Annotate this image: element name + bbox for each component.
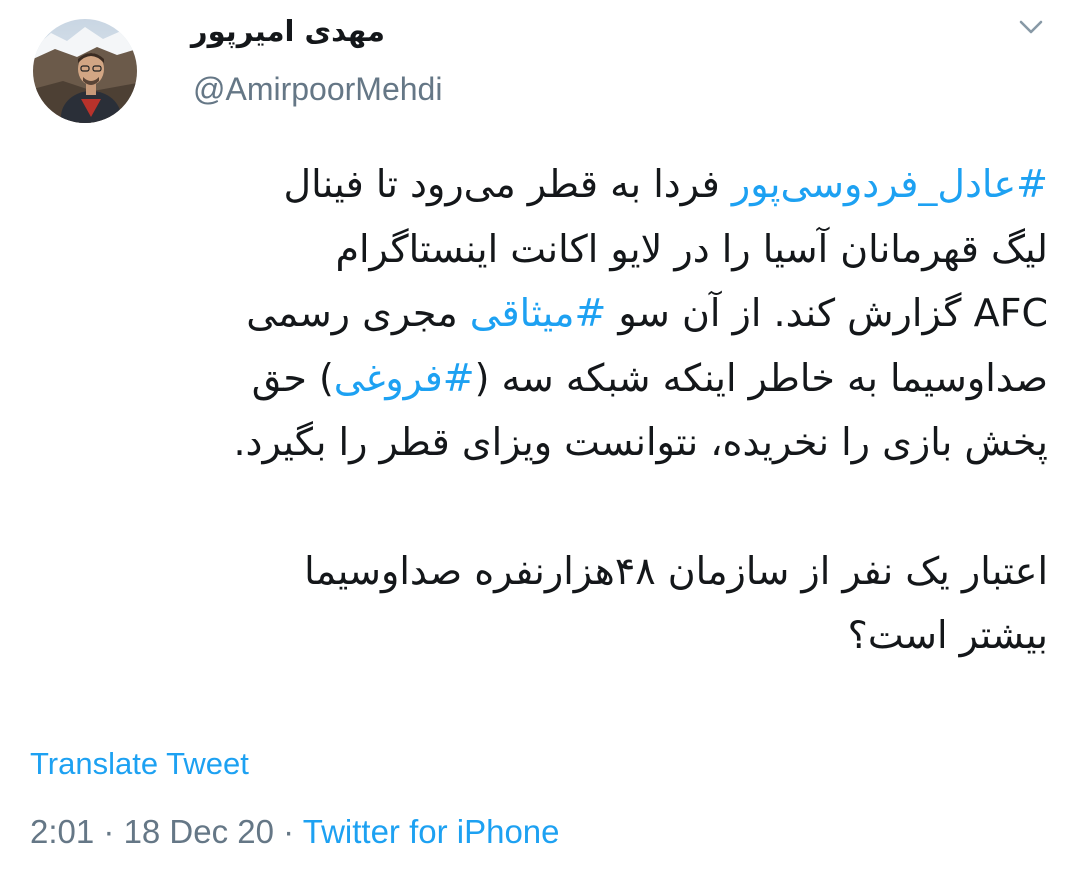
tweet-line: #عادل_فردوسی‌پور فردا به قطر می‌رود تا ف… [34,152,1048,217]
tweet-card: مهدی امیرپور @AmirpoorMehdi #عادل_فردوسی… [0,0,1080,878]
tweet-line-text: پخش بازی را نخریده، نتوانست ویزای قطر را… [233,420,1048,464]
user-handle[interactable]: @AmirpoorMehdi [193,71,442,108]
hashtag-link[interactable]: #میثاقی [470,291,607,335]
avatar[interactable] [33,19,137,123]
tweet-date[interactable]: 18 Dec 20 [124,813,274,850]
hashtag-link[interactable]: #عادل_فردوسی‌پور [732,162,1048,206]
tweet-line-text: بیشتر است؟ [847,613,1048,657]
tweet-line-text: AFC گزارش کند. از آن سو [606,291,1048,335]
tweet-time[interactable]: 2:01 [30,813,94,850]
meta-separator: · [274,813,303,850]
tweet-line-text: مجری رسمی [246,291,470,335]
tweet-line-text: ) حق [251,355,334,400]
meta-separator: · [94,813,124,850]
tweet-meta: 2:01 · 18 Dec 20 · Twitter for iPhone [30,813,560,851]
tweet-text: #عادل_فردوسی‌پور فردا به قطر می‌رود تا ف… [34,152,1048,668]
tweet-paragraph: اعتبار یک نفر از سازمان ۴۸هزارنفره صداوس… [34,539,1048,668]
tweet-paragraph: #عادل_فردوسی‌پور فردا به قطر می‌رود تا ف… [34,152,1048,475]
tweet-line: بیشتر است؟ [34,603,1048,668]
hashtag-link[interactable]: #فروغی [334,356,475,400]
tweet-line-text: لیگ قهرمانان آسیا را در لایو اکانت اینست… [335,226,1048,271]
tweet-line: لیگ قهرمانان آسیا را در لایو اکانت اینست… [34,217,1048,282]
tweet-line: پخش بازی را نخریده، نتوانست ویزای قطر را… [34,410,1048,475]
tweet-line-text: فردا به قطر می‌رود تا فینال [283,162,732,206]
translate-tweet-link[interactable]: Translate Tweet [30,746,249,782]
tweet-source-link[interactable]: Twitter for iPhone [303,813,560,850]
tweet-line: صداوسیما به خاطر اینکه شبکه سه (#فروغی) … [34,346,1048,411]
tweet-line: AFC گزارش کند. از آن سو #میثاقی مجری رسم… [34,281,1048,346]
tweet-menu-button[interactable] [1016,12,1046,42]
tweet-line: اعتبار یک نفر از سازمان ۴۸هزارنفره صداوس… [34,539,1048,604]
tweet-line-text: اعتبار یک نفر از سازمان ۴۸هزارنفره صداوس… [304,548,1048,593]
chevron-down-icon [1019,20,1043,34]
tweet-line-text: صداوسیما به خاطر اینکه شبکه سه ( [474,355,1048,400]
display-name[interactable]: مهدی امیرپور [190,14,385,48]
profile-photo-icon [33,19,137,123]
